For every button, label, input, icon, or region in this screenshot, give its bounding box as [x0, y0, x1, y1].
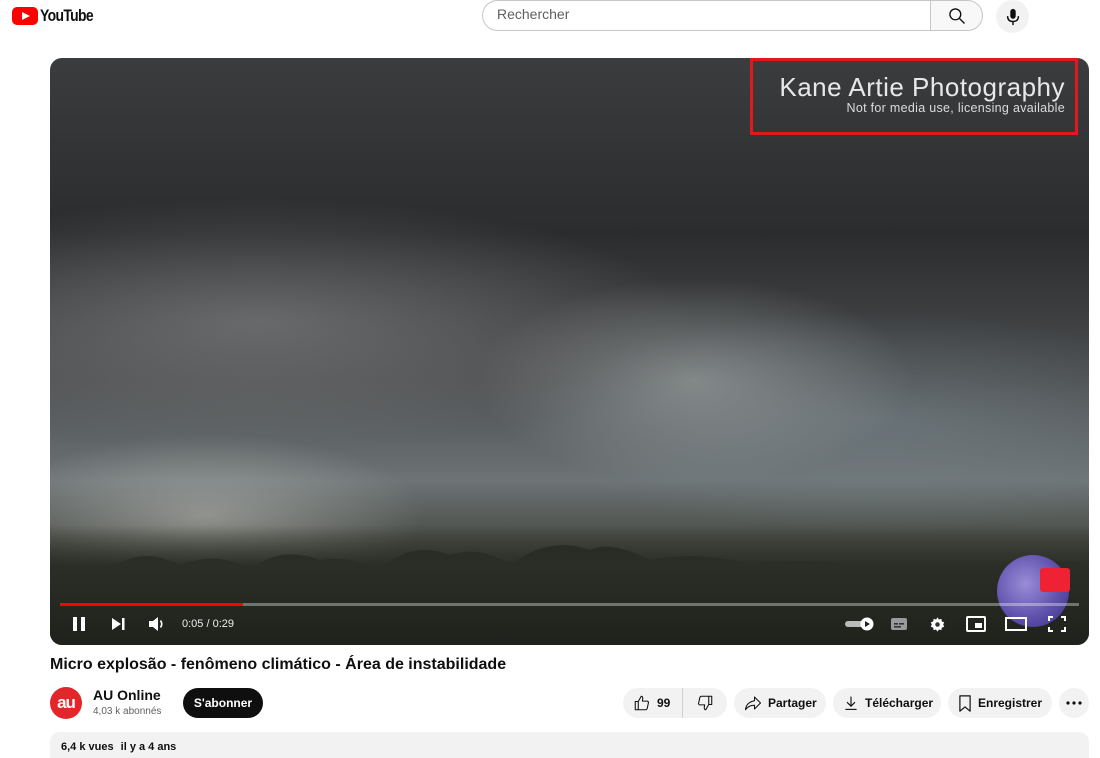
subtitles-button[interactable]: [888, 613, 910, 635]
next-button[interactable]: [107, 613, 129, 635]
bookmark-icon: [959, 694, 971, 712]
upload-date: il y a 4 ans: [120, 741, 177, 753]
download-icon: [845, 696, 857, 710]
autoplay-toggle[interactable]: [843, 613, 877, 635]
download-label: Télécharger: [865, 696, 934, 710]
like-button[interactable]: 99: [623, 688, 683, 718]
search-input[interactable]: Rechercher: [482, 0, 931, 31]
share-label: Partager: [768, 696, 817, 710]
watermark-subtitle: Not for media use, licensing available: [846, 101, 1065, 115]
watermark-title: Kane Artie Photography: [779, 72, 1065, 102]
photographer-watermark: Kane Artie Photography Not for media use…: [750, 58, 1078, 135]
thumbs-up-icon: [634, 695, 649, 711]
subtitles-icon: [891, 618, 907, 630]
share-icon: [744, 696, 762, 711]
channel-avatar[interactable]: au: [50, 687, 82, 719]
pause-icon: [73, 617, 85, 631]
search-button[interactable]: [930, 0, 983, 31]
search-icon: [948, 7, 965, 24]
save-label: Enregistrer: [978, 696, 1043, 710]
video-title: Micro explosão - fenômeno climático - Ár…: [50, 656, 507, 673]
mic-icon: [1006, 8, 1019, 25]
save-button[interactable]: Enregistrer: [948, 688, 1052, 718]
like-dislike-group: 99: [623, 688, 727, 718]
next-icon: [112, 618, 125, 630]
fullscreen-button[interactable]: [1046, 613, 1068, 635]
logo-text: YouTube: [40, 6, 94, 25]
channel-name[interactable]: AU Online: [93, 687, 161, 703]
theater-icon: [1005, 617, 1027, 631]
miniplayer-button[interactable]: [965, 613, 987, 635]
youtube-logo[interactable]: YouTube: [12, 6, 105, 26]
fullscreen-icon: [1048, 616, 1066, 632]
theater-mode-button[interactable]: [1005, 613, 1027, 635]
dislike-button[interactable]: [683, 688, 727, 718]
view-count: 6,4 k vues: [61, 741, 114, 753]
subscribe-button[interactable]: S'abonner: [183, 688, 263, 718]
subscriber-count: 4,03 k abonnés: [93, 706, 162, 717]
description-box[interactable]: 6,4 k vues il y a 4 ans: [50, 732, 1089, 758]
pause-button[interactable]: [68, 613, 90, 635]
more-horizontal-icon: [1066, 701, 1082, 705]
like-count: 99: [657, 696, 671, 710]
autoplay-toggle-icon: [845, 617, 874, 631]
download-button[interactable]: Télécharger: [833, 688, 941, 718]
thumbs-down-icon: [698, 695, 713, 711]
volume-button[interactable]: [146, 613, 168, 635]
gear-icon: [930, 616, 944, 632]
share-button[interactable]: Partager: [734, 688, 826, 718]
volume-icon: [149, 617, 163, 631]
channel-watermark-badge: [1040, 568, 1070, 592]
miniplayer-icon: [966, 616, 986, 632]
more-actions-button[interactable]: [1059, 688, 1089, 718]
youtube-play-icon: [12, 7, 38, 25]
settings-button[interactable]: [926, 613, 948, 635]
video-player[interactable]: Kane Artie Photography Not for media use…: [50, 58, 1089, 645]
time-display: 0:05 / 0:29: [182, 618, 234, 630]
voice-search-button[interactable]: [996, 0, 1029, 33]
player-controls: 0:05 / 0:29: [50, 605, 1089, 645]
